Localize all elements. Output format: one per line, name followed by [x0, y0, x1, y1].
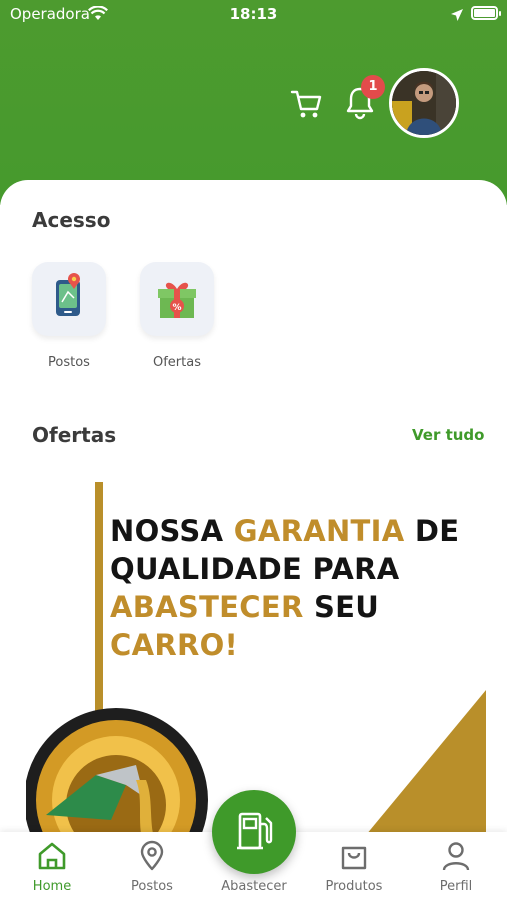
banner-headline: NOSSA GARANTIA DE QUALIDADE PARA ABASTEC…: [110, 514, 460, 662]
app-header: Operadora 18:13 1: [0, 0, 507, 205]
banner-triangle-shape: [368, 690, 486, 832]
tab-postos[interactable]: Postos: [102, 832, 202, 900]
status-bar: Operadora 18:13: [0, 0, 507, 30]
notification-badge: 1: [361, 75, 385, 99]
ofertas-shortcut-label: Ofertas: [153, 355, 201, 370]
see-all-link[interactable]: Ver tudo: [412, 426, 484, 444]
svg-text:%: %: [172, 303, 181, 313]
map-pin-icon: [56, 273, 80, 316]
ofertas-shortcut-button[interactable]: %: [140, 262, 214, 336]
map-pin-icon: [140, 840, 164, 871]
tab-home[interactable]: Home: [2, 832, 102, 900]
status-time: 18:13: [229, 5, 278, 23]
shopping-bag-icon: [341, 846, 367, 870]
postos-shortcut-label: Postos: [48, 355, 90, 370]
fuel-pump-icon: [237, 812, 273, 850]
tab-perfil[interactable]: Perfil: [406, 832, 506, 900]
tab-produtos[interactable]: Produtos: [304, 832, 404, 900]
home-icon: [38, 842, 66, 870]
battery-icon: [471, 6, 501, 20]
tab-produtos-label: Produtos: [325, 879, 383, 894]
user-icon: [442, 842, 470, 871]
postos-shortcut-button[interactable]: [32, 262, 106, 336]
acesso-section-title: Acesso: [32, 208, 111, 232]
offer-banner[interactable]: NOSSA GARANTIA DE QUALIDADE PARA ABASTEC…: [26, 470, 507, 832]
banner-accent-line: [95, 482, 103, 712]
avatar[interactable]: [389, 68, 459, 138]
tab-perfil-label: Perfil: [439, 879, 473, 894]
tab-home-label: Home: [32, 879, 72, 894]
gift-icon: %: [158, 282, 196, 318]
location-arrow-icon: [450, 7, 464, 26]
tab-postos-label: Postos: [131, 879, 173, 894]
cart-icon[interactable]: [290, 88, 324, 120]
abastecer-button[interactable]: [212, 790, 296, 874]
ofertas-section-title: Ofertas: [32, 423, 117, 447]
fuel-nozzle-image: [26, 708, 208, 832]
tab-abastecer-label: Abastecer: [221, 879, 287, 894]
